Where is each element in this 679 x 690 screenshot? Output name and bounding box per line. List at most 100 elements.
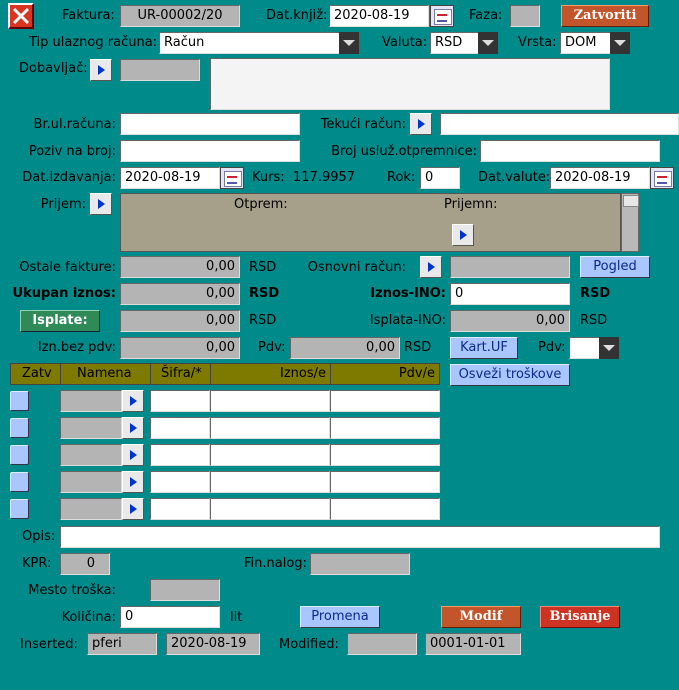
row-namena[interactable] xyxy=(60,390,122,412)
row-close-button[interactable] xyxy=(10,499,29,519)
promena-button[interactable]: Promena xyxy=(300,606,380,628)
tip-select[interactable]: Račun xyxy=(159,32,341,54)
kolicina-label: Količina: xyxy=(61,610,116,625)
namena-lookup-icon[interactable] xyxy=(122,471,144,493)
valuta-select[interactable]: RSD xyxy=(430,32,480,54)
row-sifra[interactable] xyxy=(150,417,210,439)
datknjiz-calendar-icon[interactable] xyxy=(430,5,454,27)
ostale-currency: RSD xyxy=(249,260,277,275)
row-pdv[interactable] xyxy=(330,471,440,493)
faktura-field[interactable]: UR-00002/20 xyxy=(120,5,240,27)
valuta-dropdown-icon[interactable] xyxy=(478,32,498,54)
opis-field[interactable] xyxy=(60,526,660,548)
col-namena: Namena xyxy=(60,363,151,385)
row-iznos[interactable] xyxy=(210,390,330,412)
row-close-button[interactable] xyxy=(10,418,29,438)
namena-lookup-icon[interactable] xyxy=(122,498,144,520)
prijem-scrollbar[interactable] xyxy=(621,193,639,252)
isplate-button[interactable]: Isplate: xyxy=(20,310,100,332)
datizd-calendar-icon[interactable] xyxy=(220,167,244,189)
modif-button[interactable]: Modif xyxy=(441,606,521,628)
poziv-label: Poziv na broj: xyxy=(28,144,116,159)
iznbez-field[interactable]: 0,00 xyxy=(120,337,240,359)
iznosino-field[interactable]: 0 xyxy=(450,283,570,305)
pdvsel-select[interactable] xyxy=(569,337,601,359)
pdvsel-dropdown-icon[interactable] xyxy=(599,337,619,359)
ostale-field[interactable]: 0,00 xyxy=(120,256,240,278)
col-iznos: Iznos/e xyxy=(210,363,331,385)
dobavljac-lookup-icon[interactable] xyxy=(90,59,112,81)
prijemn-lookup-icon[interactable] xyxy=(452,224,474,246)
row-pdv[interactable] xyxy=(330,444,440,466)
row-iznos[interactable] xyxy=(210,444,330,466)
datval-field[interactable]: 2020-08-19 xyxy=(550,167,650,189)
tip-label: Tip ulaznog računa: xyxy=(29,35,158,50)
row-close-button[interactable] xyxy=(10,472,29,492)
rok-field[interactable]: 0 xyxy=(420,167,460,189)
osnovni-field[interactable] xyxy=(450,256,570,278)
datval-calendar-icon[interactable] xyxy=(650,167,674,189)
otprem-label: Otprem: xyxy=(234,197,288,212)
ukupan-label: Ukupan iznos: xyxy=(12,286,116,301)
datval-label: Dat.valute: xyxy=(478,170,551,185)
isplate-field[interactable]: 0,00 xyxy=(120,310,240,332)
row-sifra[interactable] xyxy=(150,471,210,493)
iznosino-currency: RSD xyxy=(580,286,611,301)
close-button[interactable]: Zatvoriti xyxy=(561,5,649,27)
tekuci-field[interactable] xyxy=(440,113,679,135)
osnovni-lookup-icon[interactable] xyxy=(420,256,442,278)
kolicina-field[interactable]: 0 xyxy=(120,606,220,628)
prijem-lookup-icon[interactable] xyxy=(90,193,112,215)
ostale-label: Ostale fakture: xyxy=(19,260,116,275)
kartuf-button[interactable]: Kart.UF xyxy=(450,337,518,359)
datknjiz-label: Dat.knjiž: xyxy=(266,8,328,23)
row-pdv[interactable] xyxy=(330,498,440,520)
datknjiz-field[interactable]: 2020-08-19 xyxy=(329,5,429,27)
vrsta-select[interactable]: DOM xyxy=(560,32,612,54)
faza-field[interactable] xyxy=(510,5,540,27)
row-close-button[interactable] xyxy=(10,445,29,465)
scroll-thumb[interactable] xyxy=(623,195,639,207)
opis-label: Opis: xyxy=(22,529,56,544)
isplataino-field[interactable]: 0,00 xyxy=(450,310,570,332)
row-sifra[interactable] xyxy=(150,390,210,412)
row-pdv[interactable] xyxy=(330,390,440,412)
vrsta-dropdown-icon[interactable] xyxy=(610,32,630,54)
close-icon[interactable] xyxy=(8,3,34,29)
row-namena[interactable] xyxy=(60,471,122,493)
row-namena[interactable] xyxy=(60,417,122,439)
osnovni-label: Osnovni račun: xyxy=(307,260,406,275)
pdv-field[interactable]: 0,00 xyxy=(290,337,400,359)
row-sifra[interactable] xyxy=(150,444,210,466)
tip-dropdown-icon[interactable] xyxy=(339,32,359,54)
poziv-field[interactable] xyxy=(120,140,300,162)
datizd-label: Dat.izdavanja: xyxy=(22,170,116,185)
brulracuna-field[interactable] xyxy=(120,113,300,135)
row-iznos[interactable] xyxy=(210,498,330,520)
ukupan-field[interactable]: 0,00 xyxy=(120,283,240,305)
brisanje-button[interactable]: Brisanje xyxy=(540,606,620,628)
brulracuna-label: Br.ul.računa: xyxy=(33,117,116,132)
row-pdv[interactable] xyxy=(330,417,440,439)
mesto-field[interactable] xyxy=(150,579,220,601)
osvezi-button[interactable]: Osveži troškove xyxy=(450,364,570,386)
pdvsel-label: Pdv: xyxy=(538,340,566,355)
namena-lookup-icon[interactable] xyxy=(122,417,144,439)
kpr-field[interactable]: 0 xyxy=(60,553,110,575)
dobavljac-code-field[interactable] xyxy=(120,59,200,81)
usluz-field[interactable] xyxy=(480,140,660,162)
row-close-button[interactable] xyxy=(10,391,29,411)
row-iznos[interactable] xyxy=(210,417,330,439)
datizd-field[interactable]: 2020-08-19 xyxy=(120,167,220,189)
inserted-date-field: 2020-08-19 xyxy=(166,633,260,655)
namena-lookup-icon[interactable] xyxy=(122,444,144,466)
row-iznos[interactable] xyxy=(210,471,330,493)
namena-lookup-icon[interactable] xyxy=(122,390,144,412)
row-namena[interactable] xyxy=(60,444,122,466)
pogled-button[interactable]: Pogled xyxy=(580,256,650,278)
isplataino-currency: RSD xyxy=(580,313,608,328)
row-namena[interactable] xyxy=(60,498,122,520)
finnalog-field[interactable] xyxy=(310,553,410,575)
tekuci-lookup-icon[interactable] xyxy=(410,113,432,135)
row-sifra[interactable] xyxy=(150,498,210,520)
